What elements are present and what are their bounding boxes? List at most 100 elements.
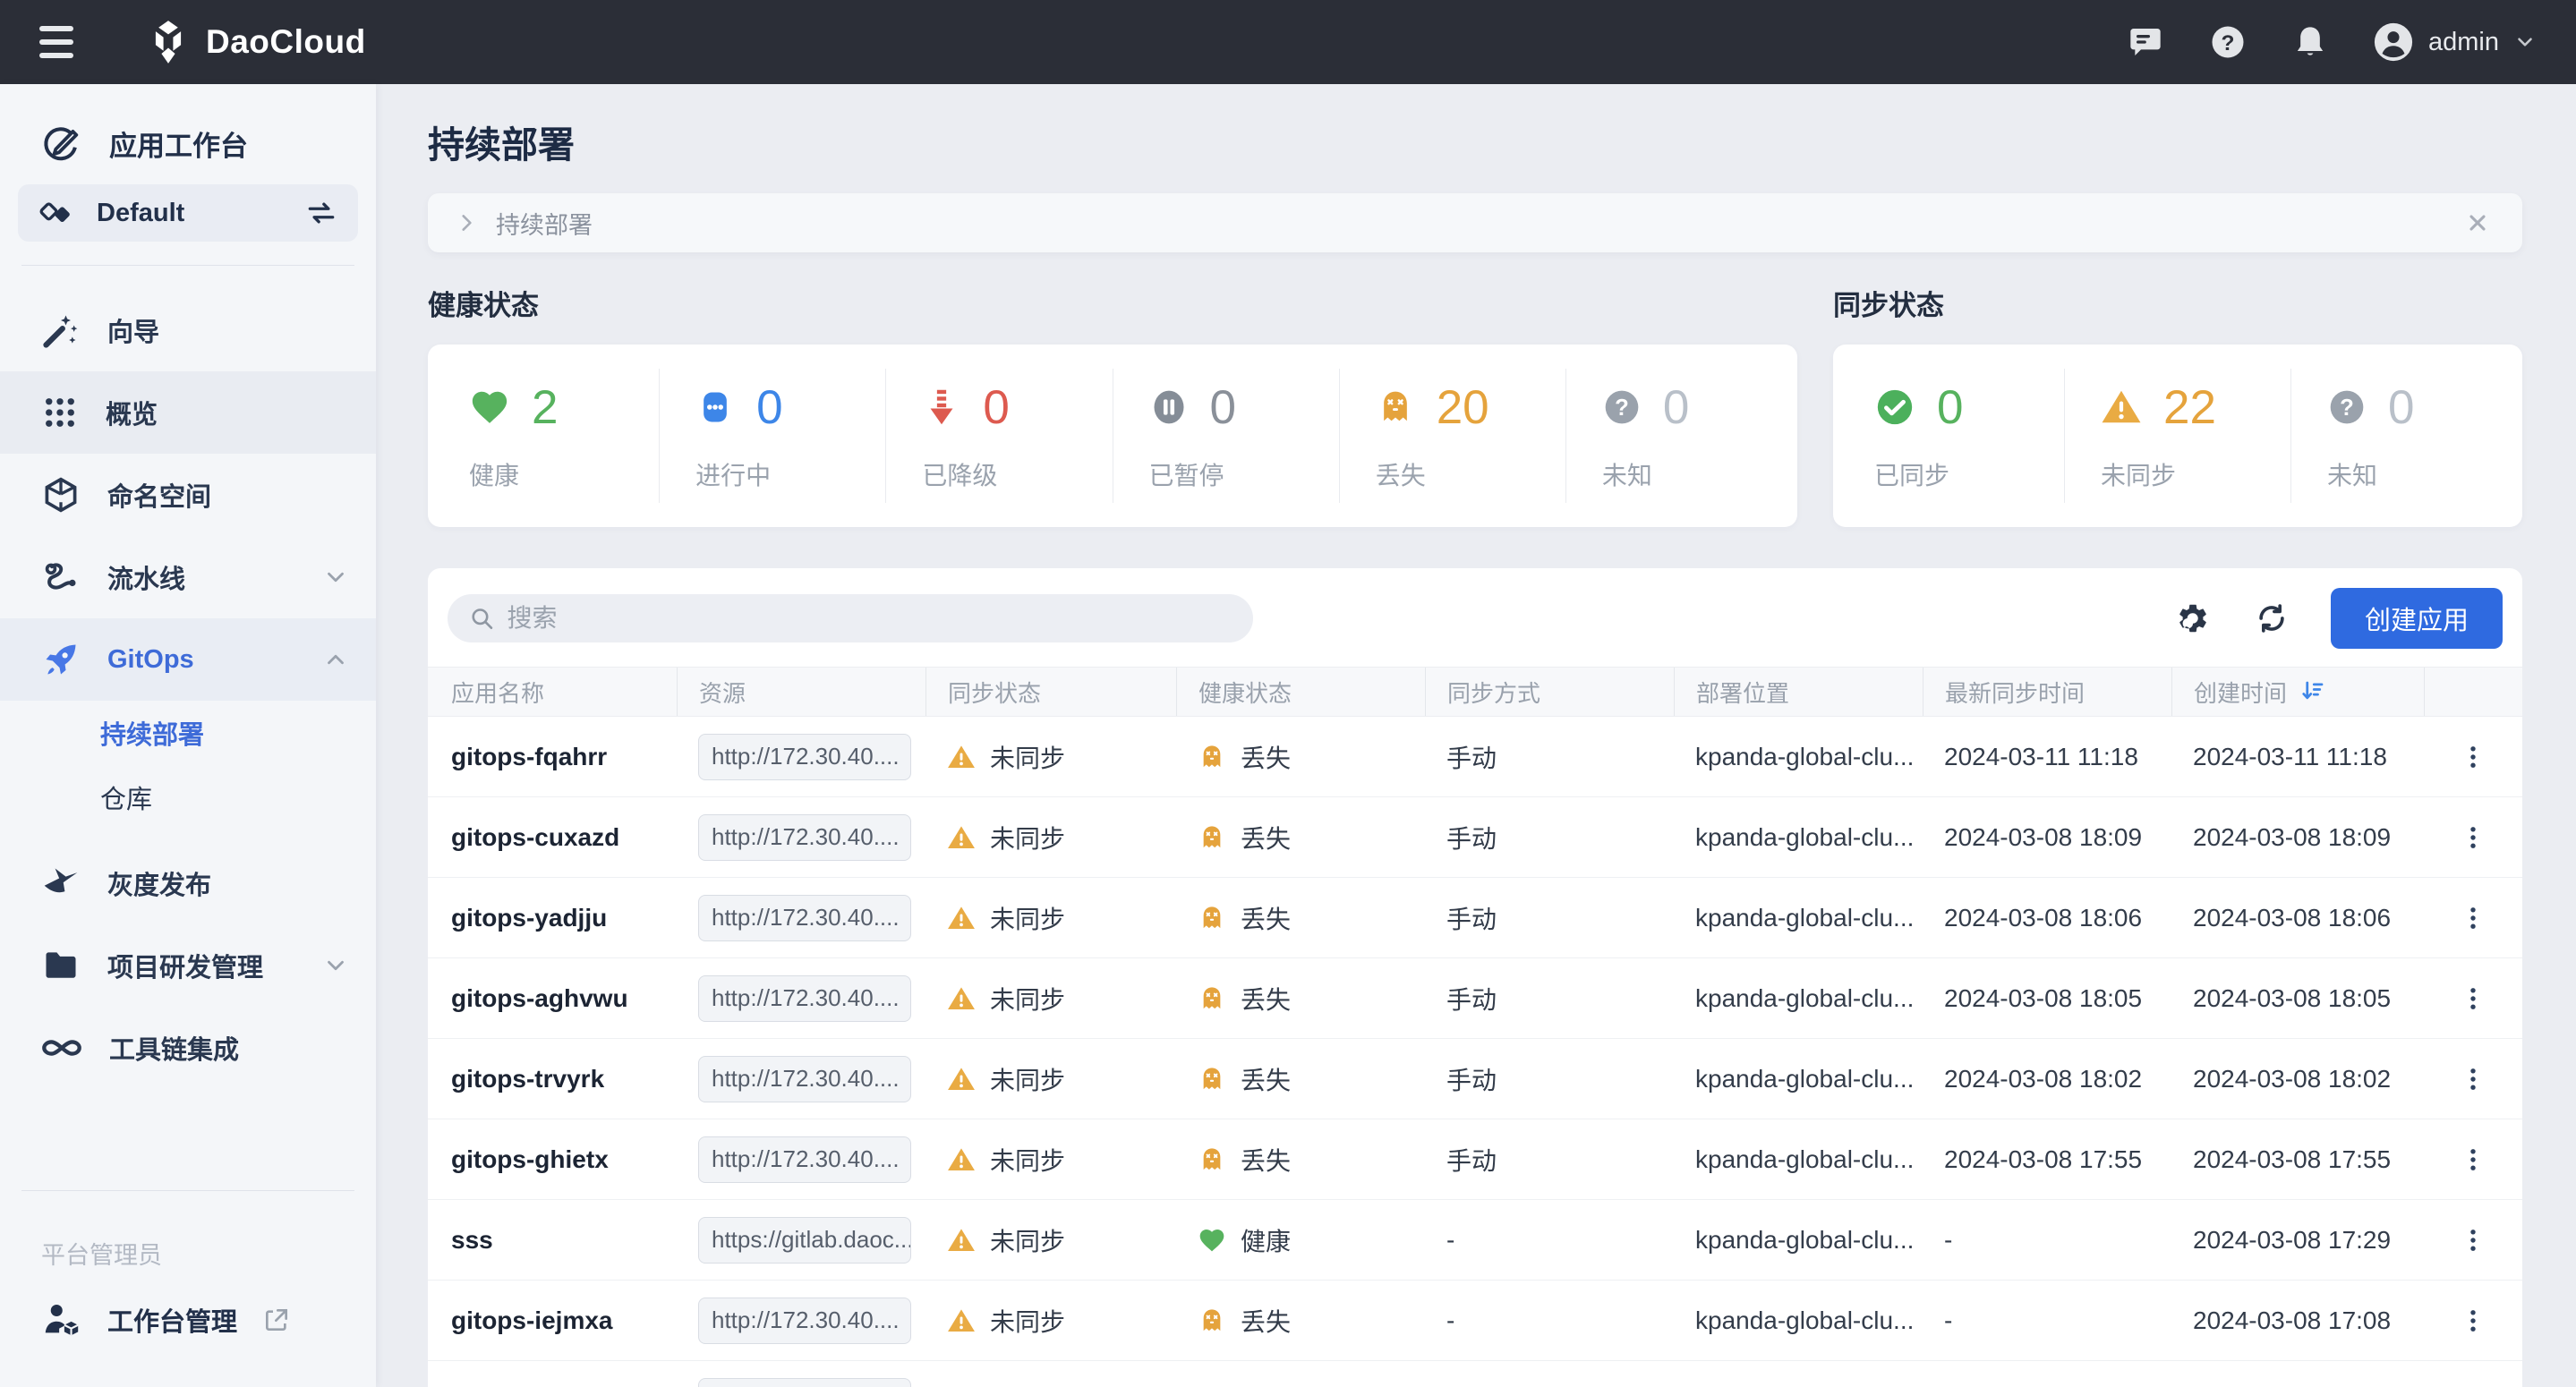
health-status-cell: 丢失 — [1176, 958, 1425, 1038]
search-box[interactable] — [448, 594, 1253, 642]
bell-icon[interactable] — [2290, 22, 2330, 62]
main-content: 持续部署 持续部署 健康状态 2 健康 — [376, 84, 2576, 1387]
warning-triangle-icon — [947, 743, 976, 771]
resource-chip[interactable]: http://172.30.40.... — [698, 975, 911, 1022]
user-menu[interactable]: admin — [2373, 21, 2537, 63]
stat-label: 健康 — [469, 456, 659, 492]
warning-triangle-icon — [2101, 387, 2142, 428]
health-status-cell: 丢失 — [1176, 1039, 1425, 1119]
actions-cell — [2424, 1119, 2522, 1199]
warning-triangle-icon — [947, 1306, 976, 1335]
sync-method-cell: - — [1425, 1281, 1674, 1360]
resource-cell: https://gitlab.daoc... — [677, 1361, 925, 1387]
app-name-link[interactable]: sss — [428, 1200, 677, 1280]
sync-status-cell: 未同步 — [925, 1361, 1176, 1387]
kebab-menu-button[interactable] — [2453, 898, 2493, 938]
resource-chip[interactable]: https://gitlab.daoc... — [698, 1217, 911, 1264]
brand[interactable]: DaoCloud — [145, 19, 366, 65]
search-input[interactable] — [508, 604, 1233, 633]
stat-outofsync: 22 未同步 — [2065, 369, 2291, 503]
app-name-link[interactable]: gitops-iejmxa — [428, 1281, 677, 1360]
table-row: gitops-aghvwuhttp://172.30.40....未同步丢失手动… — [428, 958, 2522, 1039]
resource-chip[interactable]: http://172.30.40.... — [698, 895, 911, 941]
stat-value: 0 — [1663, 380, 1689, 435]
stat-label: 已同步 — [1874, 456, 2064, 492]
sidebar-item-toolchain[interactable]: 工具链集成 — [0, 1007, 376, 1089]
chevron-right-icon — [455, 211, 478, 234]
sync-status-card: 0 已同步 22 未同步 ? 0 — [1833, 345, 2522, 527]
switch-workspace-icon[interactable] — [304, 196, 338, 230]
infinity-icon — [41, 1027, 82, 1068]
kebab-menu-button[interactable] — [2453, 979, 2493, 1018]
deploy-location-cell: kpanda-global-clu... — [1674, 878, 1923, 957]
resource-chip[interactable]: http://172.30.40.... — [698, 814, 911, 861]
app-name-link[interactable]: gitops-dixgyl — [428, 1361, 677, 1387]
warning-triangle-icon — [947, 984, 976, 1013]
sync-status-cell: 未同步 — [925, 958, 1176, 1038]
app-name-link[interactable]: gitops-fqahrr — [428, 717, 677, 796]
stat-paused: 0 已暂停 — [1113, 369, 1340, 503]
svg-text:?: ? — [1615, 396, 1629, 421]
kebab-menu-button[interactable] — [2453, 1059, 2493, 1099]
sidebar-item-namespace[interactable]: 命名空间 — [0, 454, 376, 536]
kebab-menu-button[interactable] — [2453, 818, 2493, 857]
create-time-cell: 2024-03-08 18:06 — [2171, 878, 2424, 957]
resource-chip[interactable]: http://172.30.40.... — [698, 1298, 911, 1344]
stat-label: 进行中 — [695, 456, 885, 492]
gear-icon[interactable] — [2173, 599, 2213, 638]
kebab-menu-button[interactable] — [2453, 1140, 2493, 1179]
sidebar-item-wizard[interactable]: 向导 — [0, 289, 376, 371]
kebab-menu-button[interactable] — [2453, 1301, 2493, 1340]
sidebar-item-overview[interactable]: 概览 — [0, 371, 376, 454]
paused-icon — [1149, 387, 1189, 427]
last-sync-time-cell: 2024-03-08 17:55 — [1923, 1119, 2171, 1199]
app-name-link[interactable]: gitops-cuxazd — [428, 797, 677, 877]
create-app-button[interactable]: 创建应用 — [2331, 588, 2503, 649]
sidebar-item-project-management[interactable]: 项目研发管理 — [0, 924, 376, 1007]
resource-chip[interactable]: http://172.30.40.... — [698, 1056, 911, 1102]
chat-icon[interactable] — [2126, 22, 2165, 62]
chevron-down-icon — [322, 564, 349, 591]
sort-desc-icon[interactable] — [2299, 678, 2326, 705]
sidebar: 应用工作台 Default 向导 概览 命名空间 流水线 GitOps — [0, 84, 376, 1387]
table-header: 应用名称 资源 同步状态 健康状态 同步方式 部署位置 最新同步时间 创建时间 — [428, 667, 2522, 717]
resource-chip[interactable]: http://172.30.40.... — [698, 1136, 911, 1183]
app-name-link[interactable]: gitops-trvyrk — [428, 1039, 677, 1119]
last-sync-time-cell: - — [1923, 1200, 2171, 1280]
col-sync-method: 同步方式 — [1425, 668, 1674, 716]
breadcrumb: 持续部署 — [496, 206, 593, 241]
health-section-title: 健康状态 — [428, 283, 1797, 323]
app-name-link[interactable]: gitops-aghvwu — [428, 958, 677, 1038]
sidebar-item-repository[interactable]: 仓库 — [0, 765, 376, 830]
app-name-link[interactable]: gitops-ghietx — [428, 1119, 677, 1199]
grid-icon — [41, 394, 79, 431]
create-time-cell: 2024-03-08 18:02 — [2171, 1039, 2424, 1119]
app-name-link[interactable]: gitops-yadjju — [428, 878, 677, 957]
resource-chip[interactable]: https://gitlab.daoc... — [698, 1378, 911, 1387]
kebab-menu-button[interactable] — [2453, 1221, 2493, 1260]
workspace-selector[interactable]: Default — [18, 184, 358, 242]
last-sync-time-cell: 2024-03-08 18:09 — [1923, 797, 2171, 877]
warning-triangle-icon — [947, 904, 976, 932]
sidebar-item-gitops[interactable]: GitOps — [0, 618, 376, 701]
sidebar-item-workbench-management[interactable]: 工作台管理 — [0, 1280, 376, 1360]
refresh-icon[interactable] — [2252, 599, 2291, 638]
create-time-cell: 2024-03-08 18:05 — [2171, 958, 2424, 1038]
hamburger-menu-icon[interactable] — [39, 24, 86, 60]
col-sync-status: 同步状态 — [925, 668, 1176, 716]
sidebar-item-gray-release[interactable]: 灰度发布 — [0, 842, 376, 924]
page-title: 持续部署 — [428, 115, 2522, 168]
sidebar-item-continuous-deployment[interactable]: 持续部署 — [0, 701, 376, 765]
breadcrumb-panel[interactable]: 持续部署 — [428, 193, 2522, 252]
sidebar-item-pipeline[interactable]: 流水线 — [0, 536, 376, 618]
kebab-menu-button[interactable] — [2453, 1382, 2493, 1387]
close-icon[interactable] — [2460, 205, 2495, 241]
deploy-location-cell: kpanda-global-clu... — [1674, 717, 1923, 796]
sync-status-cell: 未同步 — [925, 1039, 1176, 1119]
col-resource: 资源 — [677, 668, 925, 716]
help-icon[interactable]: ? — [2208, 22, 2248, 62]
kebab-menu-button[interactable] — [2453, 737, 2493, 777]
brand-name: DaoCloud — [206, 23, 366, 61]
resource-chip[interactable]: http://172.30.40.... — [698, 734, 911, 780]
workspace-name: Default — [97, 199, 281, 228]
